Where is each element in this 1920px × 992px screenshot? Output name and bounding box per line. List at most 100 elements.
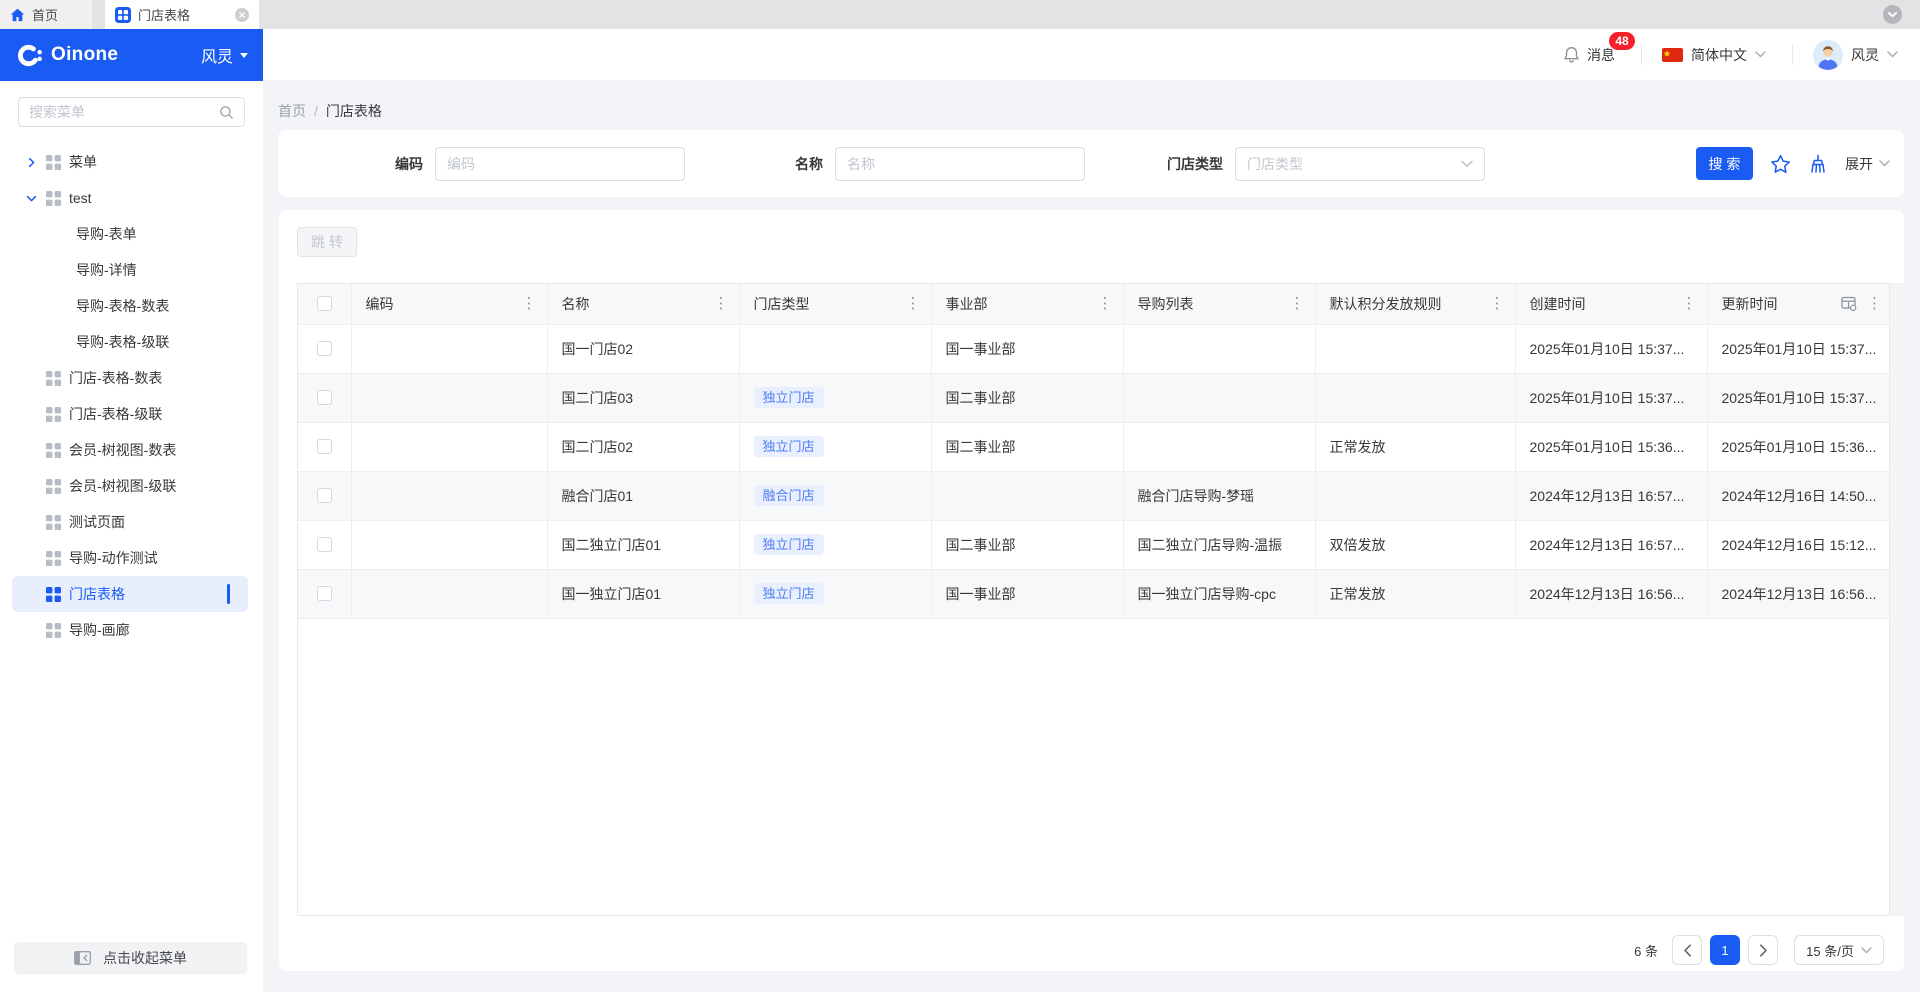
page-number-current[interactable]: 1 (1710, 935, 1740, 965)
cell-created: 2024年12月13日 16:56... (1515, 569, 1708, 619)
store-type-select[interactable]: 门店类型 (1235, 147, 1485, 181)
messages-button[interactable]: 消息 48 (1563, 31, 1635, 65)
cell-guides: 国一独立门店导购-cpc (1123, 569, 1316, 619)
breadcrumb-home[interactable]: 首页 (278, 101, 306, 121)
column-label: 默认积分发放规则 (1329, 295, 1442, 312)
name-input[interactable] (847, 156, 1073, 172)
menu-grid-icon (45, 550, 62, 567)
cell-guides: 国二独立门店导购-温振 (1123, 520, 1316, 570)
page-size-select[interactable]: 15 条/页 (1794, 935, 1884, 965)
sidebar-item-test[interactable]: test (12, 180, 248, 216)
tab-label: 首页 (32, 8, 59, 23)
user-menu[interactable]: 风灵 (1813, 39, 1898, 70)
search-icon[interactable] (219, 105, 234, 120)
sidebar-item-导购-动作测试[interactable]: 导购-动作测试 (12, 540, 248, 576)
column-header-事业部: 事业部 ⋮ (931, 284, 1124, 325)
next-page-button[interactable] (1748, 935, 1778, 965)
sidebar-item-会员-树视图-级联[interactable]: 会员-树视图-级联 (12, 468, 248, 504)
jump-button[interactable]: 跳 转 (297, 227, 357, 257)
field-config-icon[interactable] (1841, 296, 1857, 312)
oinone-logo-icon (17, 44, 42, 66)
table-row[interactable]: 国二门店03 独立门店 国二事业部 2025年01月10日 15:37... 2025年… (298, 373, 1889, 423)
cell-name: 国二门店03 (547, 373, 740, 423)
menu-grid-icon (45, 406, 62, 423)
cell-created: 2025年01月10日 15:37... (1515, 324, 1708, 374)
tab-label: 门店表格 (138, 8, 191, 23)
sidebar-item-导购-表格-数表[interactable]: 导购-表格-数表 (12, 288, 248, 324)
menu-grid-icon (45, 190, 62, 207)
bell-icon (1564, 46, 1579, 63)
code-input[interactable] (447, 156, 673, 172)
sidebar-item-门店-表格-级联[interactable]: 门店-表格-级联 (12, 396, 248, 432)
row-checkbox[interactable] (316, 488, 332, 503)
sidebar-item-导购-表单[interactable]: 导购-表单 (12, 216, 248, 252)
cell-rule (1315, 324, 1516, 374)
sidebar-item-测试页面[interactable]: 测试页面 (12, 504, 248, 540)
column-label: 导购列表 (1137, 295, 1194, 312)
favorite-star-icon[interactable] (1770, 154, 1791, 174)
select-all-checkbox[interactable] (316, 296, 332, 312)
search-button[interactable]: 搜 索 (1696, 147, 1753, 180)
store-type-badge: 独立门店 (753, 534, 824, 555)
chevron-right-icon (1759, 943, 1767, 957)
column-menu-icon[interactable]: ⋮ (1488, 296, 1507, 311)
sidebar-item-门店表格[interactable]: 门店表格 (12, 576, 248, 612)
store-type-placeholder: 门店类型 (1247, 156, 1303, 172)
row-checkbox[interactable] (316, 537, 332, 552)
prev-page-button[interactable] (1672, 935, 1702, 965)
expand-label: 展开 (1845, 155, 1873, 172)
column-menu-icon[interactable]: ⋮ (1096, 296, 1115, 311)
table-row[interactable]: 国二独立门店01 独立门店 国二事业部 国二独立门店导购-温振 双倍发放 2024年12月… (298, 520, 1889, 570)
row-checkbox[interactable] (316, 439, 332, 454)
selected-indicator (227, 584, 230, 604)
cell-updated: 2024年12月13日 16:56... (1707, 569, 1889, 619)
sidebar-item-菜单[interactable]: 菜单 (12, 144, 248, 180)
column-menu-icon[interactable]: ⋮ (1865, 296, 1884, 311)
row-checkbox-cell (298, 471, 352, 521)
menu-search-input[interactable] (29, 104, 219, 120)
collapse-menu-button[interactable]: 点击收起菜单 (14, 942, 247, 974)
column-menu-icon[interactable]: ⋮ (1680, 296, 1699, 311)
table-scrollbar-track[interactable] (1890, 283, 1904, 916)
sidebar-item-导购-表格-级联[interactable]: 导购-表格-级联 (12, 324, 248, 360)
user-name: 风灵 (1851, 46, 1879, 63)
row-checkbox[interactable] (316, 341, 332, 356)
chevron-down-icon (1861, 946, 1872, 953)
column-menu-icon[interactable]: ⋮ (712, 296, 731, 311)
app-header: Oinone 风灵 消息 48 简体中文 风灵 (0, 29, 1920, 81)
tabbar-chevron-circle-icon[interactable] (1883, 5, 1902, 24)
chevron-right-icon[interactable] (24, 157, 38, 168)
sidebar-item-导购-详情[interactable]: 导购-详情 (12, 252, 248, 288)
filter-label: 编码 (395, 156, 423, 172)
cell-created: 2024年12月13日 16:57... (1515, 471, 1708, 521)
filter-actions: 搜 索 展开 (1696, 147, 1890, 180)
table-row[interactable]: 国二门店02 独立门店 国二事业部 正常发放 2025年01月10日 15:36... 2… (298, 422, 1889, 472)
cell-division: 国二事业部 (931, 520, 1124, 570)
close-icon[interactable] (235, 7, 249, 22)
column-menu-icon[interactable]: ⋮ (904, 296, 923, 311)
language-selector[interactable]: 简体中文 (1662, 45, 1766, 65)
column-menu-icon[interactable]: ⋮ (1288, 296, 1307, 311)
workspace-switcher[interactable]: 风灵 (201, 43, 248, 67)
expand-toggle[interactable]: 展开 (1845, 154, 1890, 174)
cell-code (351, 471, 548, 521)
cell-guides (1123, 324, 1316, 374)
row-checkbox[interactable] (316, 390, 332, 405)
sidebar-item-label: 门店表格 (69, 586, 125, 602)
tab-home[interactable]: 首页 (0, 0, 92, 29)
clear-broom-icon[interactable] (1808, 154, 1828, 174)
sidebar-item-导购-画廊[interactable]: 导购-画廊 (12, 612, 248, 648)
table-row[interactable]: 国一独立门店01 独立门店 国一事业部 国一独立门店导购-cpc 正常发放 2024年12… (298, 569, 1889, 619)
tab-store-table[interactable]: 门店表格 (105, 0, 259, 29)
row-checkbox[interactable] (316, 586, 332, 601)
chevron-down-icon[interactable] (24, 193, 38, 204)
cell-rule (1315, 471, 1516, 521)
sidebar-item-label: 导购-表格-数表 (76, 298, 170, 314)
table-row[interactable]: 国一门店02 国一事业部 2025年01月10日 15:37... 2025年01月1… (298, 324, 1889, 374)
sidebar-item-会员-树视图-数表[interactable]: 会员-树视图-数表 (12, 432, 248, 468)
sidebar-item-门店-表格-数表[interactable]: 门店-表格-数表 (12, 360, 248, 396)
table-row[interactable]: 融合门店01 融合门店 融合门店导购-梦瑶 2024年12月13日 16:57... 2… (298, 471, 1889, 521)
column-menu-icon[interactable]: ⋮ (520, 296, 539, 311)
menu-grid-icon (45, 370, 62, 387)
column-label: 事业部 (945, 295, 988, 312)
